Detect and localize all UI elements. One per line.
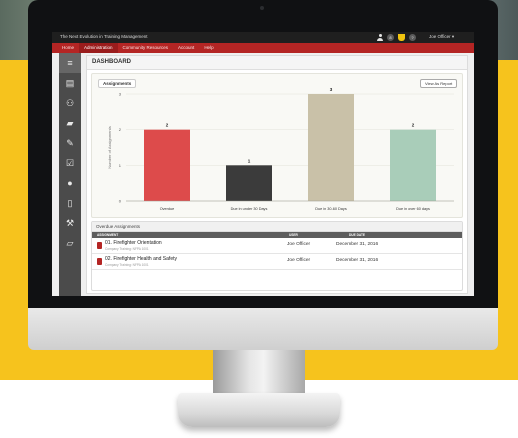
col-due-date: DUE DATE: [349, 233, 366, 237]
bar-value-label: 1: [248, 158, 251, 163]
nav-community-resources[interactable]: Community Resources: [118, 43, 174, 53]
y-axis-label: Number of Assignments: [107, 126, 112, 168]
screen: The Next Evolution in Training Managemen…: [52, 32, 474, 296]
y-tick-label: 3: [119, 92, 122, 97]
dashboard-icon[interactable]: ≡: [59, 53, 81, 73]
col-assignment: ASSIGNMENT: [97, 233, 119, 237]
overdue-assignments-panel: Overdue Assignments ASSIGNMENT USER DUE …: [91, 221, 463, 291]
nav-account[interactable]: Account: [173, 43, 199, 53]
notification-badge[interactable]: 8: [387, 34, 394, 41]
nav-help[interactable]: Help: [199, 43, 218, 53]
app-title: The Next Evolution in Training Managemen…: [60, 34, 148, 39]
nav-administration[interactable]: Administration: [79, 43, 118, 53]
y-tick-label: 1: [119, 163, 122, 168]
circle-icon[interactable]: ●: [59, 173, 81, 193]
page-title: DASHBOARD: [87, 56, 467, 70]
bar: [144, 129, 190, 201]
users-icon[interactable]: ⚇: [59, 93, 81, 113]
edit-icon[interactable]: ✎: [59, 133, 81, 153]
x-tick-label: Overdue: [160, 207, 175, 211]
overdue-title: Overdue Assignments: [92, 222, 462, 232]
assignment-due-date: December 31, 2016: [336, 258, 379, 263]
col-user: USER: [289, 233, 298, 237]
assignments-label: Assignments: [98, 79, 137, 88]
table-row[interactable]: 01. Firefighter Orientation Company Trai…: [92, 238, 462, 254]
assignments-chart: 0 1 2 3 Number of Assignments 2 Overdue 1 Due in…: [107, 87, 454, 211]
document-icon: [97, 258, 102, 265]
wrench-icon[interactable]: ⚒: [59, 213, 81, 233]
x-tick-label: Due in 30-60 Days: [315, 207, 347, 211]
assignment-due-date: December 31, 2016: [336, 242, 379, 247]
bar: [226, 165, 272, 201]
help-badge[interactable]: ?: [409, 34, 416, 41]
main-nav: Home Administration Community Resources …: [52, 43, 474, 53]
assignment-user: Joe Officer: [287, 258, 311, 263]
assignment-name[interactable]: 01. Firefighter Orientation: [105, 240, 162, 246]
view-as-report-button[interactable]: View As Report: [420, 79, 458, 88]
bar: [308, 94, 354, 201]
camera-icon: [260, 6, 264, 10]
main-content: DASHBOARD 0 1 2 3 Number of Assignments 2 Over…: [86, 55, 468, 294]
assignments-panel: 0 1 2 3 Number of Assignments 2 Overdue 1 Due in…: [91, 73, 463, 218]
monitor: The Next Evolution in Training Managemen…: [28, 0, 498, 350]
database-icon[interactable]: ▤: [59, 73, 81, 93]
document-icon: [97, 242, 102, 249]
folder-icon[interactable]: ▱: [59, 233, 81, 253]
sidebar: ≡ ▤ ⚇ ▰ ✎ ☑ ● ▯ ⚒ ▱: [59, 53, 81, 296]
x-tick-label: Due in under 30 Days: [231, 207, 268, 211]
bar-value-label: 2: [412, 123, 415, 128]
bar-value-label: 2: [166, 123, 169, 128]
checkbox-icon[interactable]: ☑: [59, 153, 81, 173]
bar-value-label: 3: [330, 87, 333, 92]
document-icon[interactable]: ▯: [59, 193, 81, 213]
table-row[interactable]: 02. Firefighter Health and Safety Compan…: [92, 254, 462, 270]
y-tick-label: 2: [119, 127, 122, 132]
book-icon[interactable]: ▰: [59, 113, 81, 133]
x-tick-label: Due in over 60 days: [396, 207, 430, 211]
assignment-name[interactable]: 02. Firefighter Health and Safety: [105, 256, 177, 262]
top-bar-icons: 8 ?: [377, 33, 416, 42]
monitor-chin: [28, 308, 498, 350]
nav-home[interactable]: Home: [57, 43, 79, 53]
user-icon[interactable]: [377, 34, 383, 41]
assignment-course: Company Training: NFPA 1001: [105, 247, 149, 251]
assignment-course: Company Training: NFPA 1001: [105, 263, 149, 267]
monitor-stand-neck: [213, 348, 305, 396]
user-menu[interactable]: Joe Officer ▾: [429, 34, 454, 40]
bar: [390, 129, 436, 201]
monitor-stand-base: [178, 393, 340, 427]
top-bar: The Next Evolution in Training Managemen…: [52, 32, 474, 43]
trophy-icon[interactable]: [398, 34, 405, 41]
y-tick-label: 0: [119, 199, 122, 204]
assignment-user: Joe Officer: [287, 242, 311, 247]
